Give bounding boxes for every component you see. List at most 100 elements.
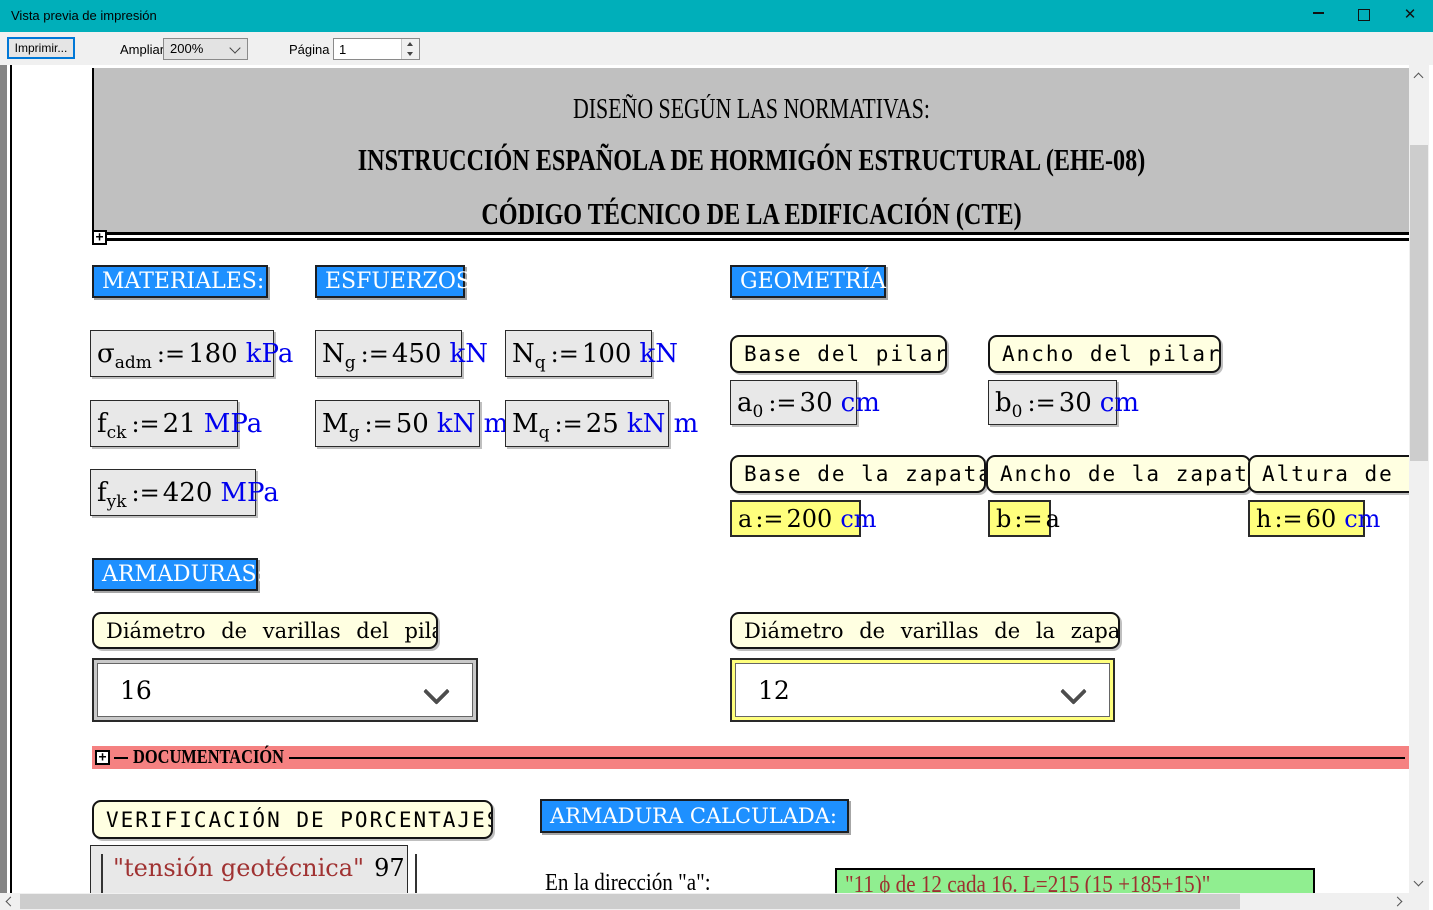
toolbar: Imprimir... Ampliar 200% Página 1	[0, 32, 1433, 65]
pilar-diameter-value: 16	[120, 676, 152, 705]
unit: kN	[639, 339, 678, 369]
maximize-button[interactable]	[1341, 0, 1387, 32]
maximize-icon	[1358, 9, 1370, 21]
var: b	[996, 505, 1011, 533]
title-line-1: DISEÑO SEGÚN LAS NORMATIVAS:	[239, 94, 1265, 126]
print-preview-window: Vista previa de impresión ✕ Imprimir... …	[0, 0, 1433, 910]
math-region-b: b:=a	[988, 500, 1051, 537]
value: 100	[582, 339, 632, 369]
math-region-mq: Mq:=25kN m	[505, 400, 669, 447]
zoom-select[interactable]: 200%	[163, 38, 248, 60]
matrix-bracket-right	[415, 854, 417, 893]
assign-operator: :=	[157, 340, 185, 368]
value: 21	[163, 409, 196, 439]
zapata-diameter-select: 12	[730, 658, 1115, 722]
tag-ancho-zapata: Ancho de la zapata	[986, 455, 1251, 493]
value: 420	[163, 478, 213, 508]
unit: kN	[449, 339, 488, 369]
close-icon: ✕	[1404, 6, 1417, 23]
minimize-button[interactable]	[1295, 0, 1341, 32]
tag-diametro-pilar: Diámetro de varillas del pilar	[92, 612, 438, 649]
matrix-number: 97	[374, 854, 405, 882]
value: a	[1046, 505, 1060, 533]
horizontal-scrollbar-thumb[interactable]	[20, 894, 1240, 909]
tag-base-pilar: Base del pilar	[730, 335, 947, 373]
subscript: adm	[115, 353, 152, 373]
chevron-left-icon	[6, 897, 16, 907]
expand-icon: +	[92, 230, 107, 245]
section-geometria: GEOMETRÍA:	[730, 265, 886, 298]
matrix-row: "tensión geotécnica"97	[113, 854, 405, 882]
page-spinner	[401, 39, 419, 59]
title-line-3: CÓDIGO TÉCNICO DE LA EDIFICACIÓN (CTE)	[239, 196, 1265, 232]
pilar-diameter-select: 16	[92, 658, 478, 722]
section-esfuerzos: ESFUERZOS:	[315, 265, 465, 298]
tag-ancho-pilar: Ancho del pilar	[988, 335, 1221, 373]
section-armaduras: ARMADURAS:	[92, 558, 258, 591]
assign-operator: :=	[768, 389, 796, 417]
chevron-right-icon	[1393, 897, 1403, 907]
unit: MPa	[204, 409, 262, 439]
tag-base-zapata: Base de la zapata	[730, 455, 986, 493]
result-text: "11 ϕ de 12 cada 16. L=215 (15 +185+15)"	[845, 872, 1210, 894]
chevron-down-icon	[229, 42, 240, 53]
subscript: 0	[753, 402, 764, 422]
unit: cm	[1100, 388, 1139, 418]
page-edge-line	[10, 65, 12, 893]
arrow-up-icon	[407, 42, 413, 46]
math-region-ng: Ng:=450kN	[315, 330, 462, 377]
result-box: "11 ϕ de 12 cada 16. L=215 (15 +185+15)"	[835, 868, 1315, 893]
value: 25	[586, 409, 619, 439]
math-region-a: a:=200cm	[730, 500, 861, 537]
var: M	[512, 409, 539, 439]
var: σ	[97, 339, 115, 369]
subscript: yk	[107, 492, 127, 512]
subscript: 0	[1012, 402, 1023, 422]
var: N	[512, 339, 535, 369]
math-region-fyk: fyk:=420MPa	[90, 469, 256, 516]
documentation-label: DOCUMENTACIÓN	[133, 746, 284, 769]
assign-operator: :=	[555, 410, 583, 438]
subscript: q	[539, 423, 550, 443]
subscript: q	[535, 353, 546, 373]
unit: kN m	[627, 409, 698, 439]
scroll-up-button[interactable]	[1410, 67, 1427, 84]
assign-operator: :=	[131, 410, 159, 438]
documentation-bar: + DOCUMENTACIÓN	[92, 746, 1409, 769]
horizontal-scrollbar[interactable]	[0, 893, 1409, 910]
var: M	[322, 409, 349, 439]
chevron-down-icon	[1060, 678, 1087, 705]
scroll-left-button[interactable]	[0, 893, 17, 910]
title-line-2: INSTRUCCIÓN ESPAÑOLA DE HORMIGÓN ESTRUCT…	[239, 142, 1265, 178]
direction-label: En la dirección "a":	[545, 870, 711, 893]
var: a	[737, 388, 753, 418]
value: 180	[188, 339, 238, 369]
section-materiales: MATERIALES:	[92, 265, 268, 298]
value: 200	[787, 505, 833, 533]
math-region-sigma-adm: σadm:=180kPa	[90, 330, 274, 377]
titlebar: Vista previa de impresión ✕	[0, 0, 1433, 32]
math-region-nq: Nq:=100kN	[505, 330, 652, 377]
preview-pane: DISEÑO SEGÚN LAS NORMATIVAS: INSTRUCCIÓN…	[0, 65, 1433, 910]
scroll-down-button[interactable]	[1410, 874, 1427, 891]
window-title: Vista previa de impresión	[11, 8, 157, 23]
dash-line	[114, 757, 128, 759]
close-button[interactable]: ✕	[1387, 0, 1433, 32]
print-button[interactable]: Imprimir...	[7, 37, 75, 59]
math-region-a0: a0:=30cm	[730, 380, 857, 425]
unit: cm	[1344, 505, 1380, 533]
spin-down-button[interactable]	[402, 49, 419, 59]
unit: cm	[841, 388, 880, 418]
chevron-down-icon	[1414, 877, 1424, 887]
subscript: ck	[107, 423, 127, 443]
vertical-scrollbar-thumb[interactable]	[1410, 145, 1428, 461]
tag-diametro-zapata: Diámetro de varillas de la zapata	[730, 612, 1120, 649]
scroll-right-button[interactable]	[1390, 893, 1407, 910]
page-margin-strip	[0, 65, 7, 893]
unit: MPa	[220, 478, 278, 508]
page-number-input[interactable]: 1	[333, 38, 420, 60]
document-page: DISEÑO SEGÚN LAS NORMATIVAS: INSTRUCCIÓN…	[0, 65, 1409, 893]
math-region-fck: fck:=21MPa	[90, 400, 238, 447]
chevron-down-icon	[423, 678, 450, 705]
chevron-up-icon	[1414, 73, 1424, 83]
